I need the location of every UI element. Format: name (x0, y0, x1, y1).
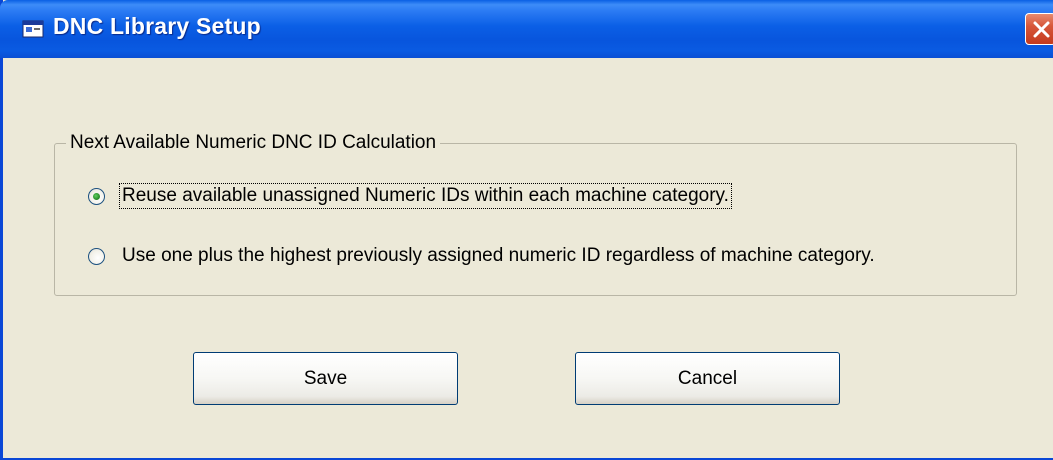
close-icon (1033, 21, 1050, 38)
radio-button-unchecked[interactable] (88, 247, 105, 265)
close-button[interactable] (1025, 13, 1053, 45)
window-title: DNC Library Setup (53, 13, 261, 39)
groupbox-legend: Next Available Numeric DNC ID Calculatio… (66, 132, 441, 154)
radio-highest-id[interactable]: Use one plus the highest previously assi… (88, 243, 877, 269)
application-window-icon (22, 20, 44, 38)
radio-reuse-ids-label[interactable]: Reuse available unassigned Numeric IDs w… (119, 183, 732, 209)
title-bar[interactable]: DNC Library Setup (0, 0, 1053, 58)
radio-reuse-ids[interactable]: Reuse available unassigned Numeric IDs w… (88, 183, 732, 209)
cancel-button[interactable]: Cancel (575, 352, 840, 405)
save-button[interactable]: Save (193, 352, 458, 405)
radio-button-checked[interactable] (88, 187, 105, 205)
id-calculation-groupbox (54, 143, 1017, 296)
dialog-window: DNC Library Setup Next Available Numeric… (0, 0, 1053, 460)
radio-highest-id-label[interactable]: Use one plus the highest previously assi… (120, 244, 877, 268)
